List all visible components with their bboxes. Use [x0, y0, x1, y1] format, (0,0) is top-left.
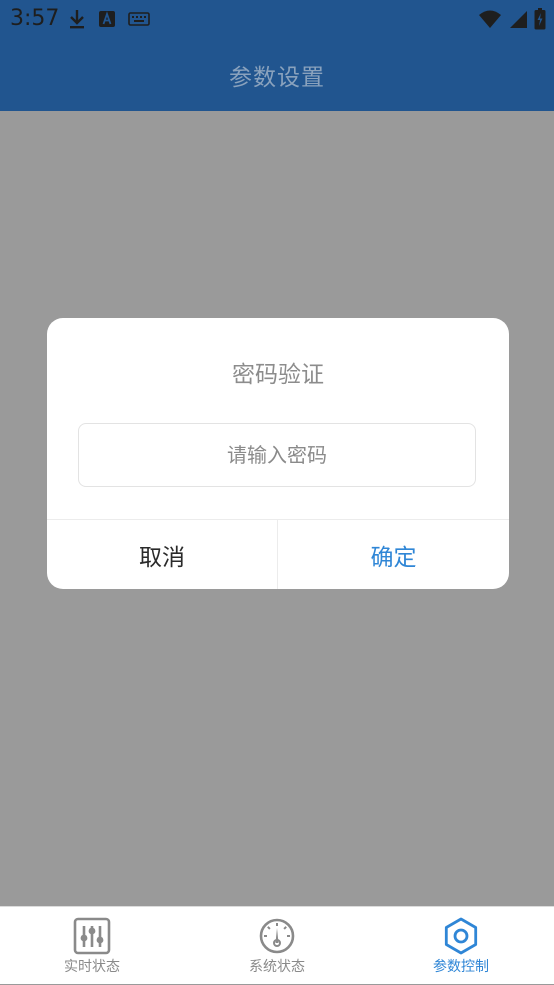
status-bar: 3:57	[0, 0, 554, 38]
dialog-title: 密码验证	[232, 362, 324, 388]
status-icons-right	[478, 6, 546, 32]
sliders-icon	[72, 916, 112, 956]
gauge-icon	[257, 916, 297, 956]
password-input[interactable]	[78, 423, 476, 487]
tab-system-status[interactable]: 系统状态	[185, 907, 369, 985]
gear-icon	[441, 916, 481, 956]
cellular-signal-icon	[508, 9, 528, 29]
page-title: 参数设置	[229, 64, 325, 91]
status-time: 3:57	[10, 6, 60, 31]
tab-label: 系统状态	[249, 959, 305, 975]
download-icon	[68, 8, 86, 30]
tab-label: 实时状态	[64, 959, 120, 975]
battery-charging-icon	[534, 8, 546, 30]
bottom-tab-bar: 实时状态 系统状态 参数控制	[0, 906, 554, 984]
a-badge-icon	[98, 10, 116, 28]
keyboard-icon	[128, 12, 150, 26]
cancel-button[interactable]: 取消	[47, 520, 277, 589]
app-bar: 参数设置	[0, 38, 554, 111]
password-dialog: 密码验证 取消 确定	[47, 318, 509, 589]
tab-label: 参数控制	[433, 959, 489, 975]
tab-realtime-status[interactable]: 实时状态	[0, 907, 184, 985]
confirm-button[interactable]: 确定	[278, 520, 509, 589]
tab-parameter-control[interactable]: 参数控制	[369, 907, 553, 985]
wifi-icon	[478, 9, 502, 29]
status-icons-left	[68, 6, 150, 32]
